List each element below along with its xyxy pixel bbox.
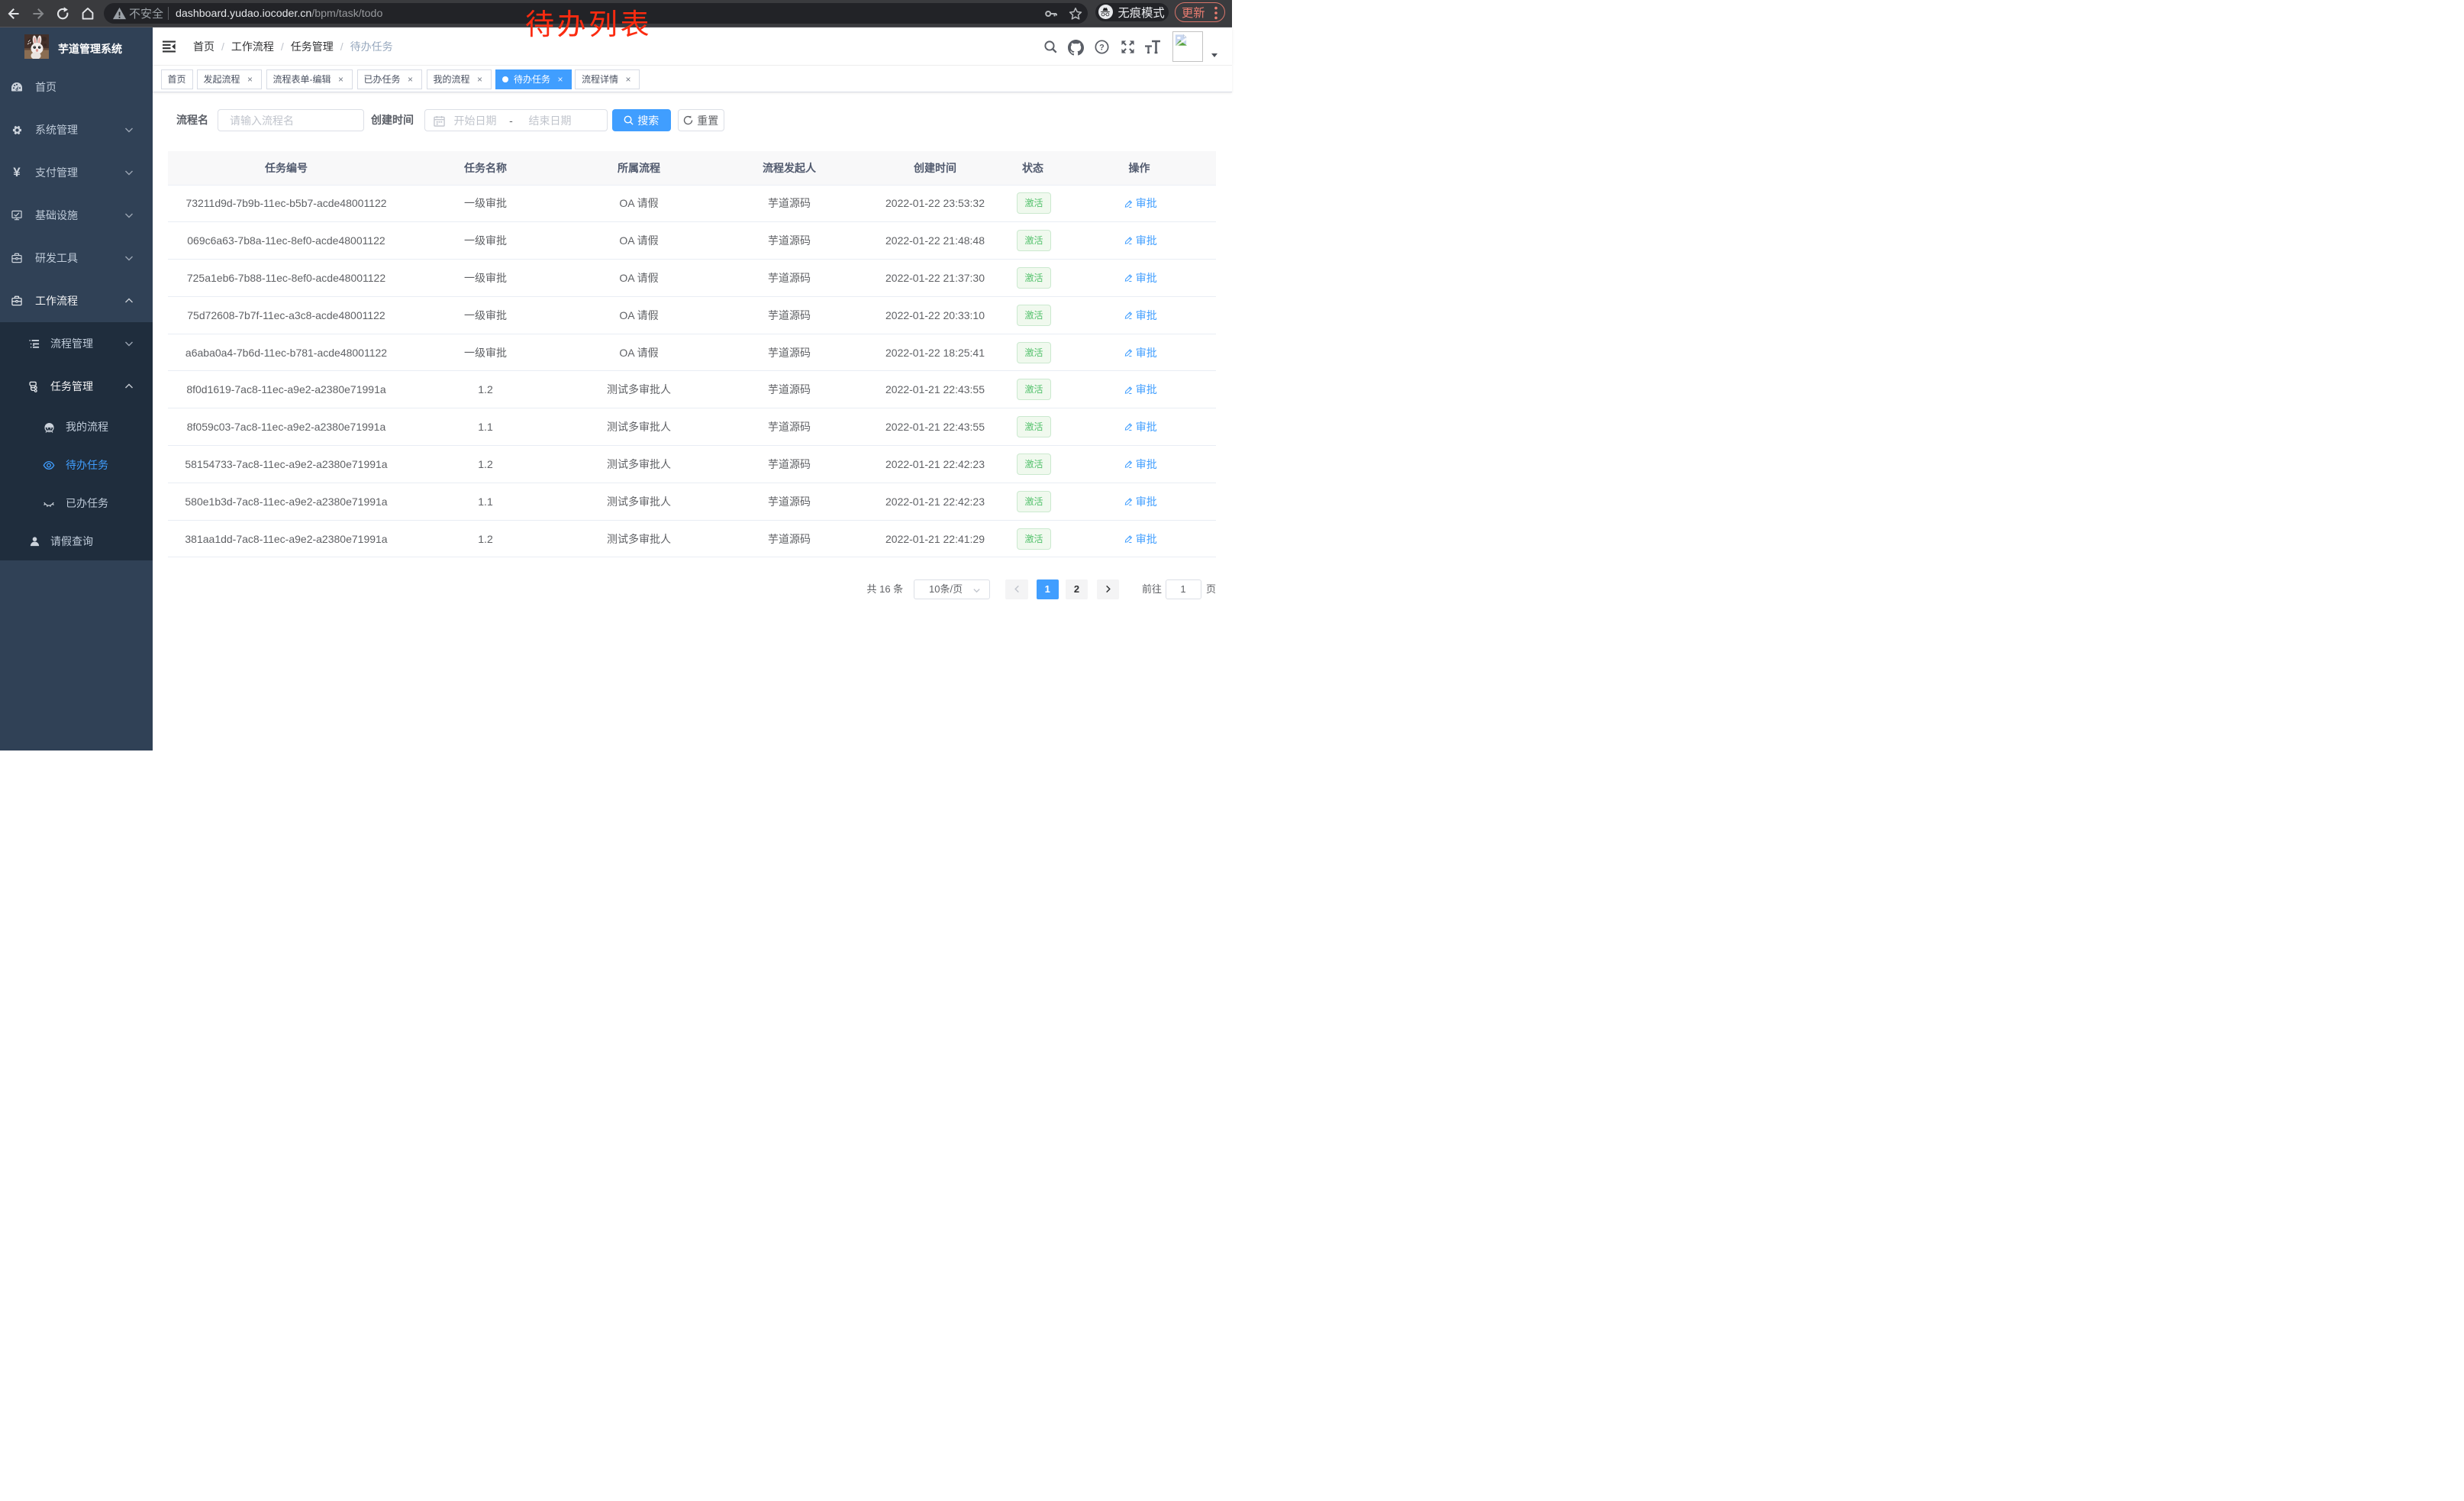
- svg-text:?: ?: [1099, 43, 1105, 52]
